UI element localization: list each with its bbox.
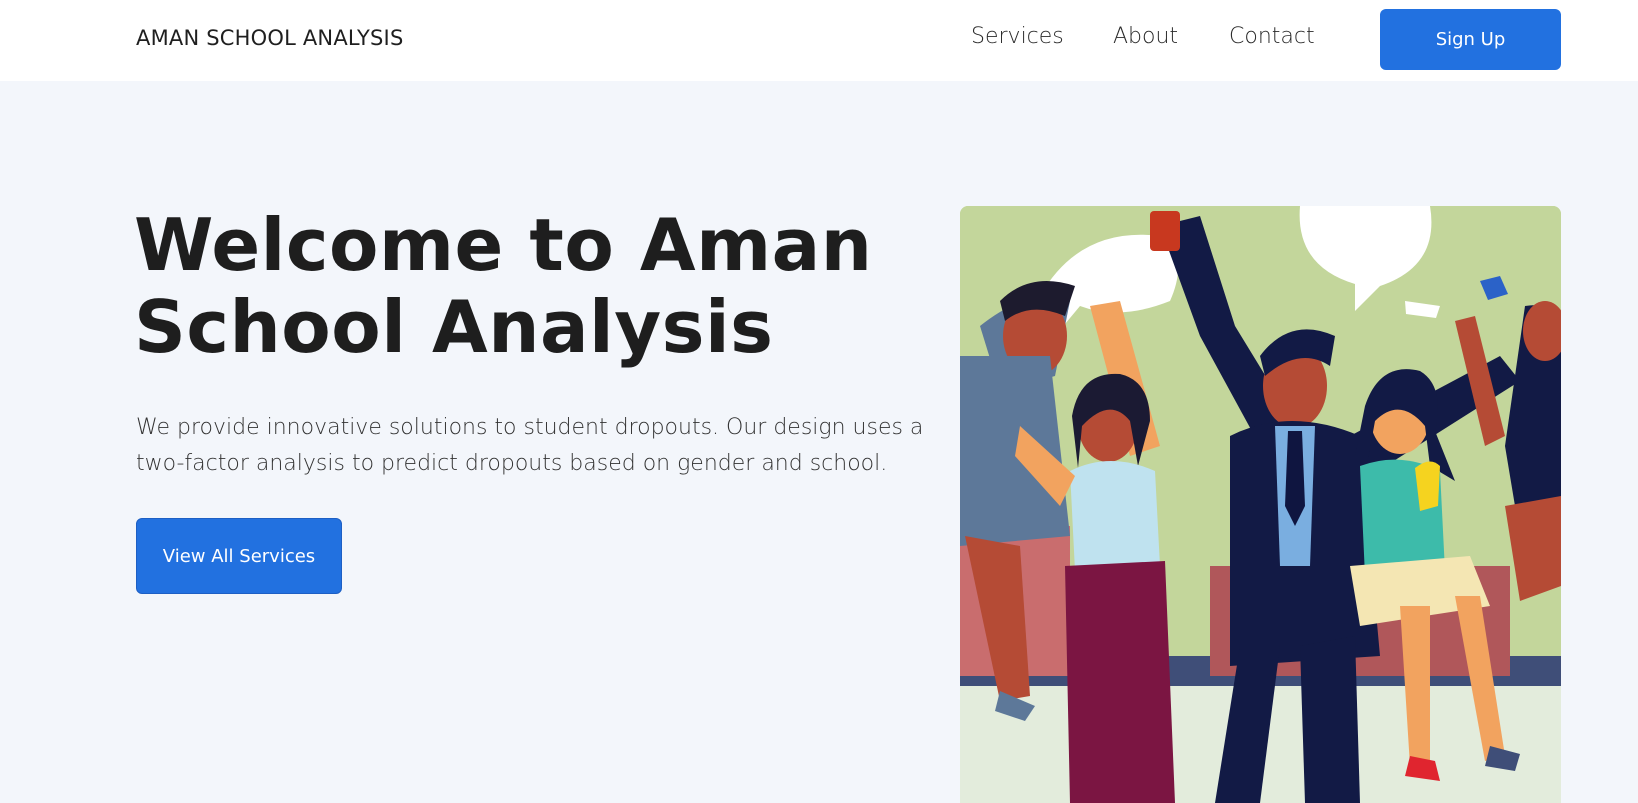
top-navbar: AMAN SCHOOL ANALYSIS Services About Cont… <box>0 0 1638 81</box>
sign-up-button[interactable]: Sign Up <box>1380 9 1561 70</box>
nav-link-services[interactable]: Services <box>971 24 1064 49</box>
hero-title-line-2: School Analysis <box>134 285 774 369</box>
hero-title-line-1: Welcome to Aman <box>134 203 873 287</box>
hero-title: Welcome to Aman School Analysis <box>134 204 934 368</box>
view-all-services-button[interactable]: View All Services <box>136 518 342 594</box>
hero-description: We provide innovative solutions to stude… <box>136 410 936 482</box>
hero-description-line-2: two-factor analysis to predict dropouts … <box>136 451 888 476</box>
nav-link-about[interactable]: About <box>1113 24 1178 49</box>
nav-link-contact[interactable]: Contact <box>1229 24 1315 49</box>
hero-illustration <box>960 206 1561 803</box>
hero-description-line-1: We provide innovative solutions to stude… <box>136 415 924 440</box>
